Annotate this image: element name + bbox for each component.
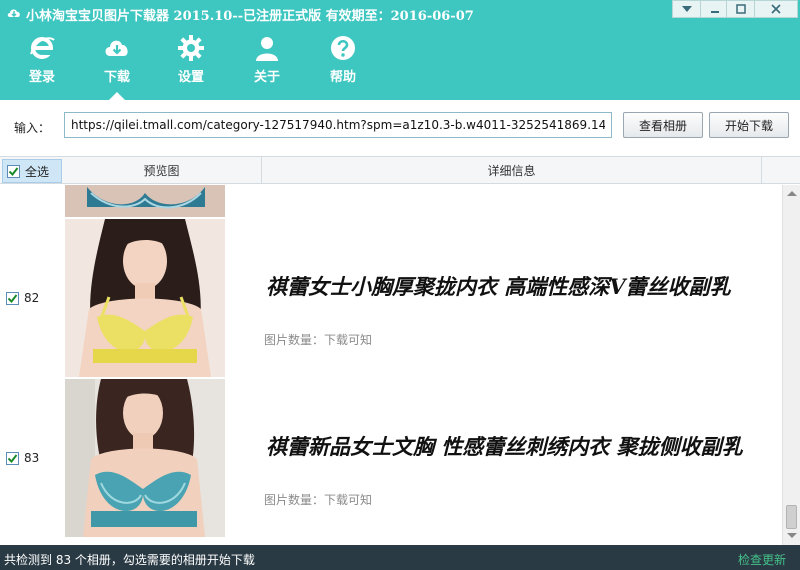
cloud-download-icon — [105, 40, 128, 56]
start-download-button[interactable]: 开始下载 — [709, 112, 789, 138]
scroll-up-icon[interactable] — [787, 191, 797, 196]
nav-help[interactable]: 帮助 — [315, 32, 371, 88]
row-number: 83 — [24, 451, 40, 465]
close-icon[interactable] — [754, 0, 798, 18]
nav-login[interactable]: 登录 — [14, 32, 70, 88]
list-scrollbar[interactable] — [782, 185, 800, 545]
select-all-label: 全选 — [25, 164, 50, 179]
row-checkbox[interactable]: 82 — [6, 291, 39, 305]
window-title: 小林淘宝宝贝图片下载器 2015.10--已注册正式版 有效期至：2016-06… — [26, 9, 474, 24]
input-label: 输入： — [14, 121, 51, 135]
table-row[interactable] — [0, 185, 782, 219]
nav-about-label: 关于 — [253, 70, 280, 85]
nav-settings-label: 设置 — [177, 70, 204, 85]
app-logo-icon — [7, 9, 20, 18]
url-input[interactable] — [64, 112, 612, 138]
column-detail[interactable]: 详细信息 — [262, 157, 762, 183]
checkbox-icon — [6, 291, 19, 305]
album-title: 祺蕾新品女士文胸 性感蕾丝刺绣内衣 聚拢侧收副乳 — [266, 434, 743, 459]
title-bar: 小林淘宝宝贝图片下载器 2015.10--已注册正式版 有效期至：2016-06… — [0, 0, 800, 26]
column-preview[interactable]: 预览图 — [62, 157, 262, 183]
row-number: 82 — [24, 291, 40, 305]
view-album-button[interactable]: 查看相册 — [623, 112, 703, 138]
checkbox-icon — [7, 164, 20, 178]
album-list: 82 祺蕾女士小胸厚聚拢内衣 高端性感深V蕾丝收副乳 图片数量：下载可知 83 … — [0, 185, 782, 545]
app-header: 小林淘宝宝贝图片下载器 2015.10--已注册正式版 有效期至：2016-06… — [0, 0, 800, 100]
table-header: 全选 预览图 详细信息 — [0, 156, 800, 184]
url-input-row: 输入： 查看相册 开始下载 — [0, 100, 800, 156]
preview-image — [65, 379, 225, 537]
nav-login-label: 登录 — [28, 70, 55, 85]
nav-settings[interactable]: 设置 — [163, 32, 219, 88]
user-icon — [256, 37, 278, 61]
nav-help-label: 帮助 — [329, 70, 356, 85]
active-tab-indicator — [109, 92, 125, 100]
check-update-link[interactable]: 检查更新 — [738, 551, 786, 568]
nav-download[interactable]: 下载 — [89, 32, 145, 88]
select-all-checkbox[interactable]: 全选 — [2, 159, 62, 183]
maximize-icon[interactable] — [726, 0, 756, 18]
image-count: 图片数量：下载可知 — [264, 333, 373, 347]
ie-icon — [30, 37, 55, 59]
checkbox-icon — [6, 451, 19, 465]
album-title: 祺蕾女士小胸厚聚拢内衣 高端性感深V蕾丝收副乳 — [266, 274, 731, 299]
table-row[interactable]: 83 祺蕾新品女士文胸 性感蕾丝刺绣内衣 聚拢侧收副乳 图片数量：下载可知 — [0, 379, 782, 539]
scroll-down-icon[interactable] — [787, 533, 797, 538]
gear-icon — [178, 35, 204, 61]
image-count: 图片数量：下载可知 — [264, 493, 373, 507]
help-icon — [331, 36, 355, 60]
row-checkbox[interactable]: 83 — [6, 451, 39, 465]
status-bar: 共检测到 83 个相册，勾选需要的相册开始下载 检查更新 — [0, 545, 800, 570]
preview-image — [65, 219, 225, 377]
table-row[interactable]: 82 祺蕾女士小胸厚聚拢内衣 高端性感深V蕾丝收副乳 图片数量：下载可知 — [0, 219, 782, 379]
scrollbar-thumb[interactable] — [786, 505, 797, 529]
preview-image — [65, 185, 225, 217]
nav-download-label: 下载 — [103, 70, 130, 85]
nav-about[interactable]: 关于 — [239, 32, 295, 88]
status-text: 共检测到 83 个相册，勾选需要的相册开始下载 — [4, 553, 255, 567]
menu-icon[interactable] — [672, 0, 702, 18]
